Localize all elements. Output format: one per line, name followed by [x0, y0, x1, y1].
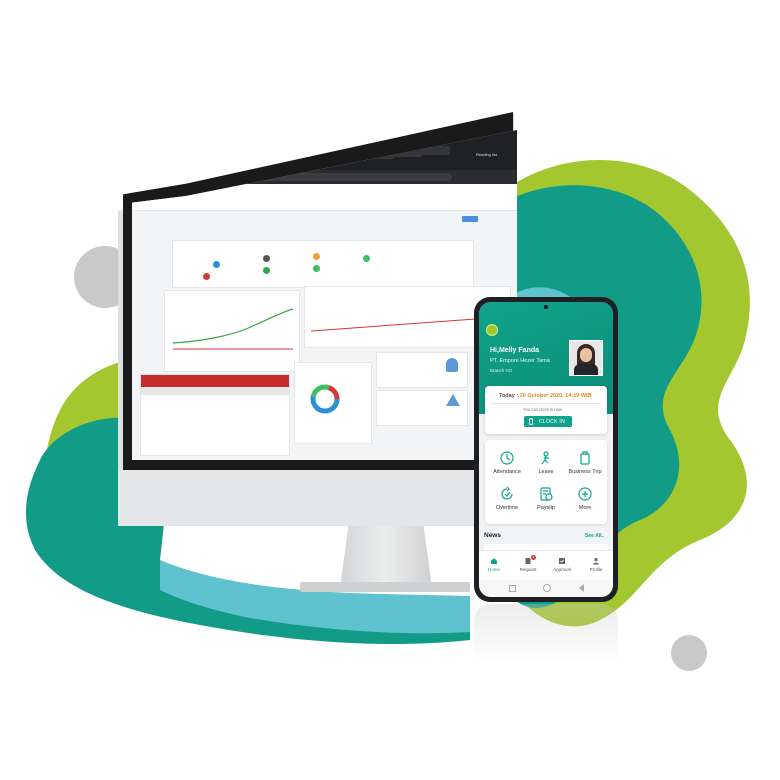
nav-label: Approval: [553, 567, 571, 572]
leave-icon: [541, 451, 549, 465]
nav-home[interactable]: Home: [479, 557, 509, 572]
clock-in-card: Today : 20 October 2020, 14:19 WIB You c…: [485, 386, 607, 434]
grey-circle-right: [671, 635, 707, 671]
menu-label: Payslip: [537, 505, 555, 511]
chart-line: [172, 308, 294, 344]
recent-apps-button[interactable]: [509, 585, 516, 592]
luggage-icon: [580, 451, 590, 465]
stat-dot: [213, 261, 220, 268]
menu-item-overtime[interactable]: Overtime: [489, 486, 525, 511]
stat-dot: [203, 273, 210, 280]
avatar: [569, 340, 603, 376]
clock-in-label: CLOCK IN: [539, 418, 566, 425]
phone-reflection: [474, 604, 618, 664]
back-button[interactable]: [579, 584, 584, 592]
news-title: News: [484, 532, 501, 539]
table-subheader: [141, 387, 289, 395]
nav-approval[interactable]: Approval: [547, 557, 577, 572]
plus-icon: [578, 487, 592, 501]
menu-item-payslip[interactable]: Payslip: [528, 486, 564, 511]
stat-dot: [313, 253, 320, 260]
menu-label: Overtime: [495, 505, 519, 511]
stat-dot: [363, 255, 370, 262]
bookmark-label[interactable]: Reading list: [476, 152, 497, 157]
clock-in-button[interactable]: CLOCK IN: [524, 416, 572, 427]
today-prefix: Today :: [499, 393, 520, 399]
nav-request[interactable]: Request 3: [513, 555, 543, 572]
see-all-link[interactable]: See All..: [585, 533, 604, 539]
avatar-face: [580, 348, 592, 362]
promo-stage: Reading list Hi,Melly Fanda PT. Empore H…: [0, 0, 780, 780]
monitor-stand-neck: [340, 520, 432, 588]
phone-camera: [544, 305, 548, 309]
attendance-line-chart: [172, 308, 294, 350]
menu-label: More: [578, 505, 592, 511]
today-value: 20 October 2020, 14:19 WIB: [519, 393, 592, 399]
monitor-chin: [118, 470, 522, 526]
bottom-nav: Home Request 3 Approval Profile: [479, 550, 613, 581]
clock-icon: [500, 451, 514, 465]
table-header: [141, 375, 289, 387]
nav-label: Request: [519, 567, 537, 572]
branch-name: Branch HO: [490, 368, 513, 373]
date-divider: [491, 403, 601, 404]
clock-hint: You can clock in now: [523, 407, 562, 412]
profile-icon: [593, 558, 599, 565]
app-logo-icon: [486, 324, 498, 336]
stat-dot: [263, 255, 270, 262]
home-icon: [491, 558, 497, 564]
overtime-icon: [501, 486, 513, 500]
home-button[interactable]: [543, 584, 551, 592]
greeting: Hi,Melly Fanda: [490, 347, 540, 354]
menu-item-attendance[interactable]: Attendance: [489, 450, 525, 475]
today-date: Today : 20 October 2020, 14:19 WIB: [499, 393, 592, 399]
warning-icon: [446, 394, 460, 406]
menu-label: Leave: [538, 469, 554, 475]
menu-item-leave[interactable]: Leave: [528, 450, 564, 475]
menu-label: Business Trip: [568, 469, 602, 475]
table-card: [140, 374, 290, 456]
company-name: PT. Empore Hezer Tama: [490, 358, 550, 364]
hand-icon: [529, 418, 533, 425]
donut-chart-card: [294, 362, 372, 444]
monitor-stand-base: [300, 582, 470, 592]
menu-label: Attendance: [493, 469, 521, 475]
donut-chart: [310, 384, 340, 414]
nav-label: Home: [487, 567, 500, 572]
system-nav-bar: [479, 580, 613, 597]
menu-item-more[interactable]: More: [567, 486, 603, 511]
app-menu-button[interactable]: [462, 216, 478, 222]
approval-icon: [559, 558, 565, 564]
stat-dot: [313, 265, 320, 272]
attendance-chart-card: [164, 290, 300, 372]
user-icon: [446, 358, 458, 372]
stat-dot: [263, 267, 270, 274]
avatar-shirt: [574, 364, 598, 375]
menu-card: Attendance Leave Business Trip Overtime …: [485, 440, 607, 524]
request-badge: 3: [531, 555, 536, 560]
payslip-icon: [540, 487, 553, 501]
nav-profile[interactable]: Profile: [581, 557, 611, 572]
nav-label: Profile: [589, 567, 603, 572]
menu-item-business-trip[interactable]: Business Trip: [567, 450, 603, 475]
phone-screen: Hi,Melly Fanda PT. Empore Hezer Tama Bra…: [479, 302, 613, 597]
dashboard-summary-card: [172, 240, 474, 288]
